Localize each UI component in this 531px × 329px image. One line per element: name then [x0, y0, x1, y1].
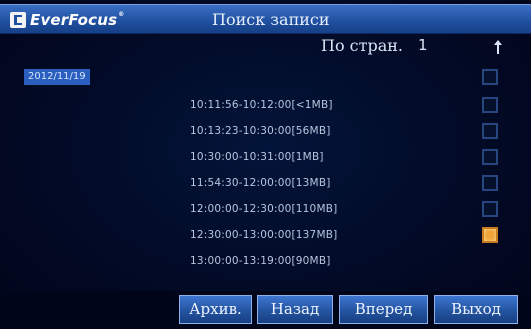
record-item[interactable]: 13:00:00-13:19:00[90MB] [190, 252, 480, 270]
record-item[interactable]: 12:00:00-12:30:00[110MB] [190, 200, 480, 218]
logo-text: EverFocus® [30, 11, 125, 29]
record-checkbox[interactable] [482, 175, 498, 191]
record-checkbox[interactable] [482, 149, 498, 165]
logo-mark-icon [10, 12, 26, 28]
exit-button[interactable]: Выход [434, 295, 518, 324]
page-selector-label: По стран. [321, 36, 404, 55]
back-button[interactable]: Назад [257, 295, 333, 324]
record-item[interactable]: 10:30:00-10:31:00[1MB] [190, 148, 480, 166]
dvr-screen: EverFocus® Поиск записи По стран. 1 2012… [0, 0, 531, 329]
archive-button[interactable]: Архив. [179, 295, 252, 324]
page-selector-value: 1 [418, 36, 428, 54]
record-checkbox[interactable] [482, 123, 498, 139]
record-checkbox[interactable] [482, 201, 498, 217]
record-item[interactable]: 10:13:23-10:30:00[56MB] [190, 122, 480, 140]
record-item[interactable]: 10:11:56-10:12:00[<1MB] [190, 96, 480, 114]
page-title: Поиск записи [212, 10, 330, 29]
everfocus-logo: EverFocus® [10, 10, 124, 30]
record-checkbox[interactable] [482, 97, 498, 113]
scroll-arrow-icon[interactable] [492, 38, 504, 56]
record-item[interactable]: 12:30:00-13:00:00[137MB] [190, 226, 480, 244]
record-checkbox[interactable] [482, 69, 498, 85]
record-checkbox[interactable] [482, 227, 498, 243]
forward-button[interactable]: Вперед [339, 295, 428, 324]
record-item[interactable]: 11:54:30-12:00:00[13MB] [190, 174, 480, 192]
header-bar: EverFocus® Поиск записи [0, 4, 531, 34]
date-item[interactable]: 2012/11/19 [24, 69, 90, 85]
